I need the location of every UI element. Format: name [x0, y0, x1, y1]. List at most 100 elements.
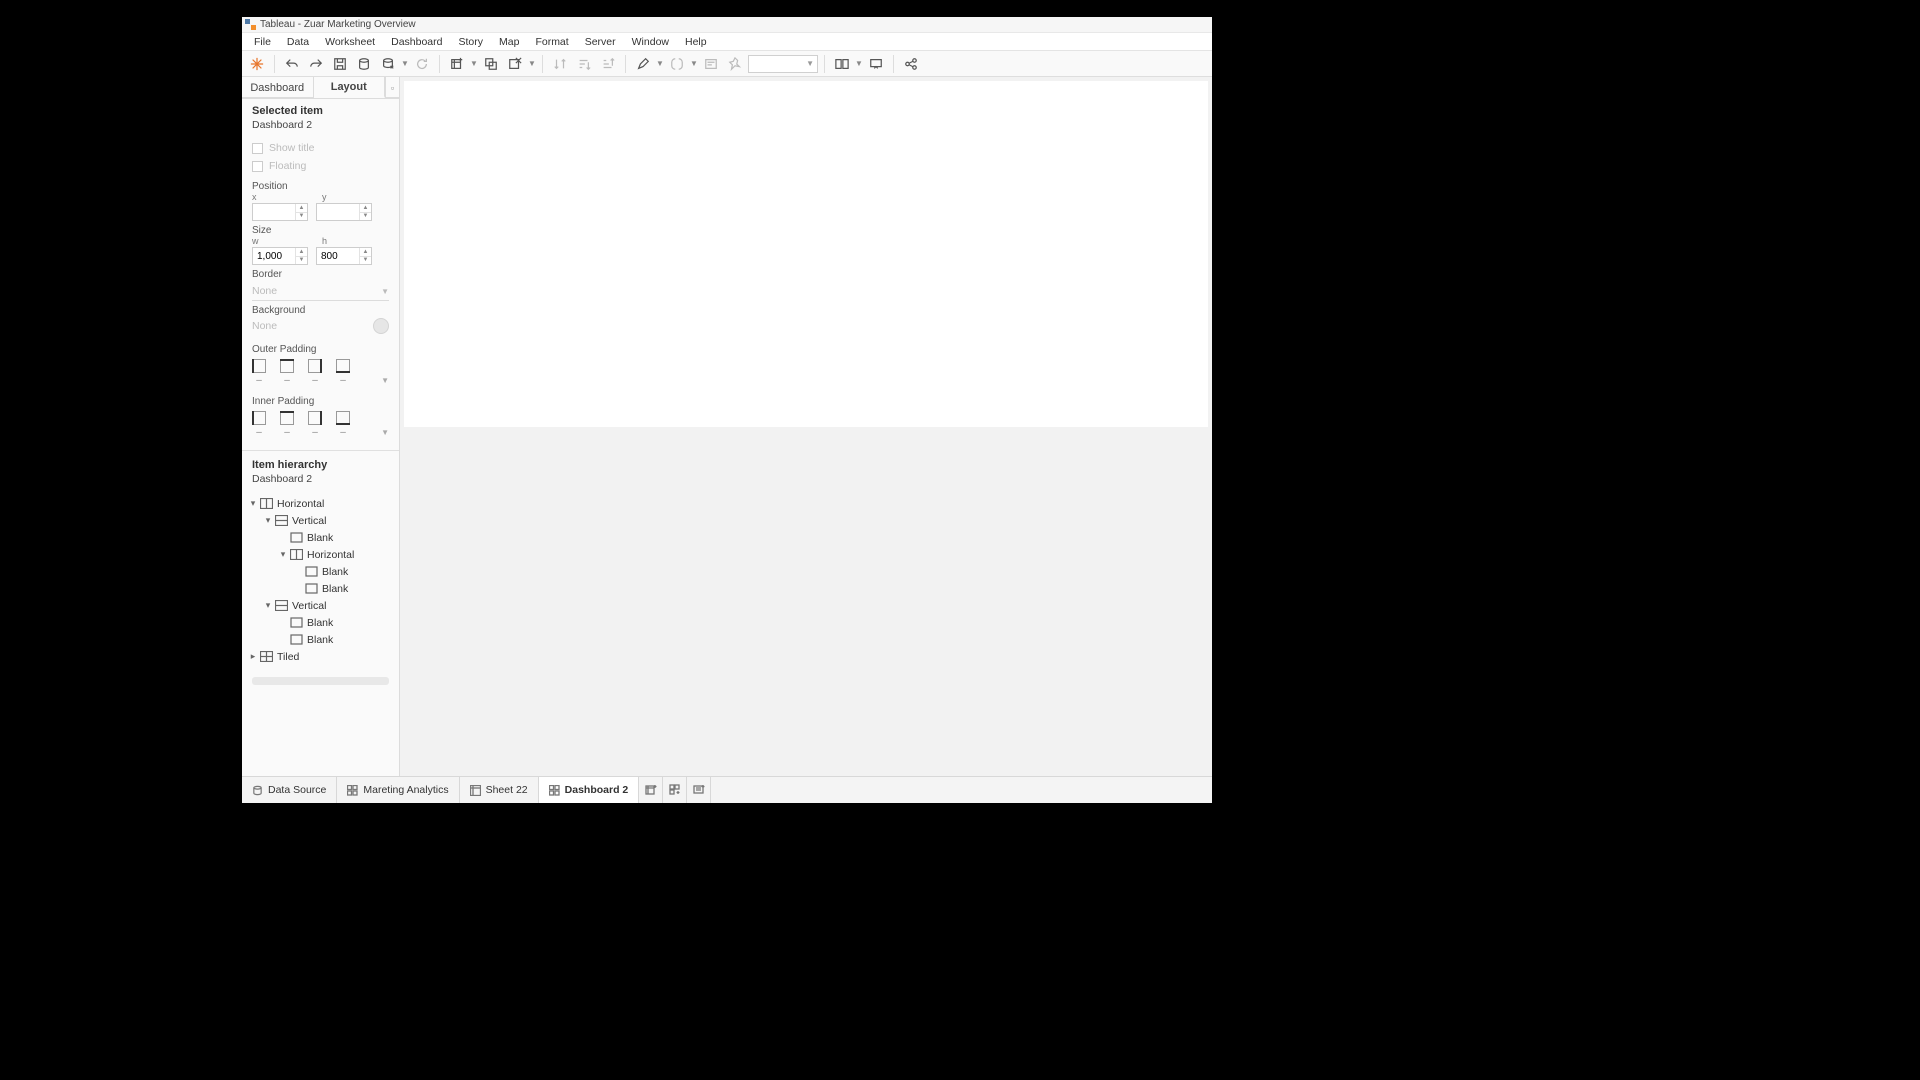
menu-map[interactable]: Map: [491, 34, 527, 50]
hierarchy-row[interactable]: ▾Vertical: [246, 597, 395, 614]
dropdown-caret-icon[interactable]: ▼: [656, 59, 664, 68]
hierarchy-row[interactable]: Blank: [246, 529, 395, 546]
stepper-down-icon[interactable]: ▼: [359, 213, 371, 221]
refresh-button[interactable]: [411, 54, 433, 74]
padding-right-icon[interactable]: [308, 359, 322, 373]
position-x-field[interactable]: ▲▼: [252, 203, 308, 221]
hierarchy-row[interactable]: Blank: [246, 631, 395, 648]
sheet-bar: Data Source Mareting AnalyticsSheet 22Da…: [242, 776, 1212, 803]
pane-collapse-toggle[interactable]: ▫: [385, 77, 399, 98]
data-source-tab[interactable]: Data Source: [242, 777, 337, 803]
new-story-tab-button[interactable]: [687, 777, 711, 803]
hierarchy-row[interactable]: ▾Horizontal: [246, 495, 395, 512]
hierarchy-row[interactable]: ▾Vertical: [246, 512, 395, 529]
tableau-start-icon[interactable]: [246, 54, 268, 74]
sheet-tab[interactable]: Dashboard 2: [539, 776, 640, 803]
new-dashboard-tab-button[interactable]: [663, 777, 687, 803]
size-h-input[interactable]: [317, 251, 357, 262]
dropdown-caret-icon[interactable]: ▼: [470, 59, 478, 68]
dropdown-caret-icon[interactable]: ▼: [528, 59, 536, 68]
menu-window[interactable]: Window: [624, 34, 677, 50]
sort-desc-button[interactable]: [597, 54, 619, 74]
new-worksheet-tab-button[interactable]: [639, 777, 663, 803]
menu-worksheet[interactable]: Worksheet: [317, 34, 383, 50]
padding-left-icon[interactable]: [252, 411, 266, 425]
new-worksheet-button[interactable]: [446, 54, 468, 74]
stepper-down-icon[interactable]: ▼: [295, 257, 307, 265]
sort-asc-button[interactable]: [573, 54, 595, 74]
new-data-source-button[interactable]: [353, 54, 375, 74]
tree-toggle-icon[interactable]: ▾: [276, 549, 290, 560]
stepper-up-icon[interactable]: ▲: [295, 248, 307, 257]
presentation-mode-button[interactable]: [865, 54, 887, 74]
position-label: Position: [252, 181, 389, 192]
hierarchy-row[interactable]: Blank: [246, 614, 395, 631]
show-title-checkbox[interactable]: Show title: [242, 139, 399, 157]
tab-dashboard[interactable]: Dashboard: [242, 77, 314, 98]
tree-toggle-icon[interactable]: ▾: [246, 498, 260, 509]
sheet-tab[interactable]: Mareting Analytics: [337, 777, 459, 803]
menu-help[interactable]: Help: [677, 34, 715, 50]
stepper-up-icon[interactable]: ▲: [359, 204, 371, 213]
padding-left-icon[interactable]: [252, 359, 266, 373]
position-y-field[interactable]: ▲▼: [316, 203, 372, 221]
menu-format[interactable]: Format: [527, 34, 576, 50]
hierarchy-row[interactable]: Blank: [246, 563, 395, 580]
redo-button[interactable]: [305, 54, 327, 74]
window-title: Tableau - Zuar Marketing Overview: [260, 19, 416, 30]
position-x-input[interactable]: [253, 207, 293, 218]
undo-button[interactable]: [281, 54, 303, 74]
menu-data[interactable]: Data: [279, 34, 317, 50]
menu-story[interactable]: Story: [450, 34, 491, 50]
highlight-button[interactable]: [632, 54, 654, 74]
hierarchy-row[interactable]: ▾Horizontal: [246, 546, 395, 563]
group-button[interactable]: [666, 54, 688, 74]
padding-top-icon[interactable]: [280, 359, 294, 373]
background-label: Background: [252, 305, 389, 316]
padding-top-icon[interactable]: [280, 411, 294, 425]
size-w-field[interactable]: ▲▼: [252, 247, 308, 265]
border-dropdown[interactable]: None ▼: [252, 282, 389, 301]
menu-server[interactable]: Server: [577, 34, 624, 50]
size-w-input[interactable]: [253, 251, 293, 262]
position-y-input[interactable]: [317, 207, 357, 218]
chevron-down-icon[interactable]: ▼: [381, 428, 389, 437]
stepper-down-icon[interactable]: ▼: [359, 257, 371, 265]
show-title-label: Show title: [269, 142, 315, 154]
hierarchy-row[interactable]: Blank: [246, 580, 395, 597]
stepper-down-icon[interactable]: ▼: [295, 213, 307, 221]
padding-right-icon[interactable]: [308, 411, 322, 425]
save-button[interactable]: [329, 54, 351, 74]
dashboard-canvas[interactable]: [404, 81, 1208, 427]
sheet-tab[interactable]: Sheet 22: [460, 777, 539, 803]
scrollbar-track[interactable]: [252, 677, 389, 685]
dropdown-caret-icon[interactable]: ▼: [690, 59, 698, 68]
menu-dashboard[interactable]: Dashboard: [383, 34, 450, 50]
floating-checkbox[interactable]: Floating: [242, 157, 399, 175]
show-cards-button[interactable]: [831, 54, 853, 74]
fit-dropdown[interactable]: ▼: [748, 55, 818, 73]
duplicate-button[interactable]: [480, 54, 502, 74]
hierarchy-row[interactable]: ▸Tiled: [246, 648, 395, 665]
pin-button[interactable]: [724, 54, 746, 74]
share-button[interactable]: [900, 54, 922, 74]
pause-auto-updates-button[interactable]: [377, 54, 399, 74]
swap-button[interactable]: [549, 54, 571, 74]
padding-bottom-icon[interactable]: [336, 411, 350, 425]
dropdown-caret-icon[interactable]: ▼: [855, 59, 863, 68]
tree-toggle-icon[interactable]: ▾: [261, 600, 275, 611]
size-h-field[interactable]: ▲▼: [316, 247, 372, 265]
chevron-down-icon[interactable]: ▼: [381, 376, 389, 385]
stepper-up-icon[interactable]: ▲: [295, 204, 307, 213]
tab-layout[interactable]: Layout: [314, 77, 386, 98]
background-color-swatch[interactable]: [373, 318, 389, 334]
stepper-up-icon[interactable]: ▲: [359, 248, 371, 257]
container-type-icon: [290, 549, 303, 560]
tree-toggle-icon[interactable]: ▾: [261, 515, 275, 526]
show-labels-button[interactable]: [700, 54, 722, 74]
menu-file[interactable]: File: [246, 34, 279, 50]
tree-toggle-icon[interactable]: ▸: [246, 651, 260, 662]
dropdown-caret-icon[interactable]: ▼: [401, 59, 409, 68]
padding-bottom-icon[interactable]: [336, 359, 350, 373]
clear-button[interactable]: [504, 54, 526, 74]
